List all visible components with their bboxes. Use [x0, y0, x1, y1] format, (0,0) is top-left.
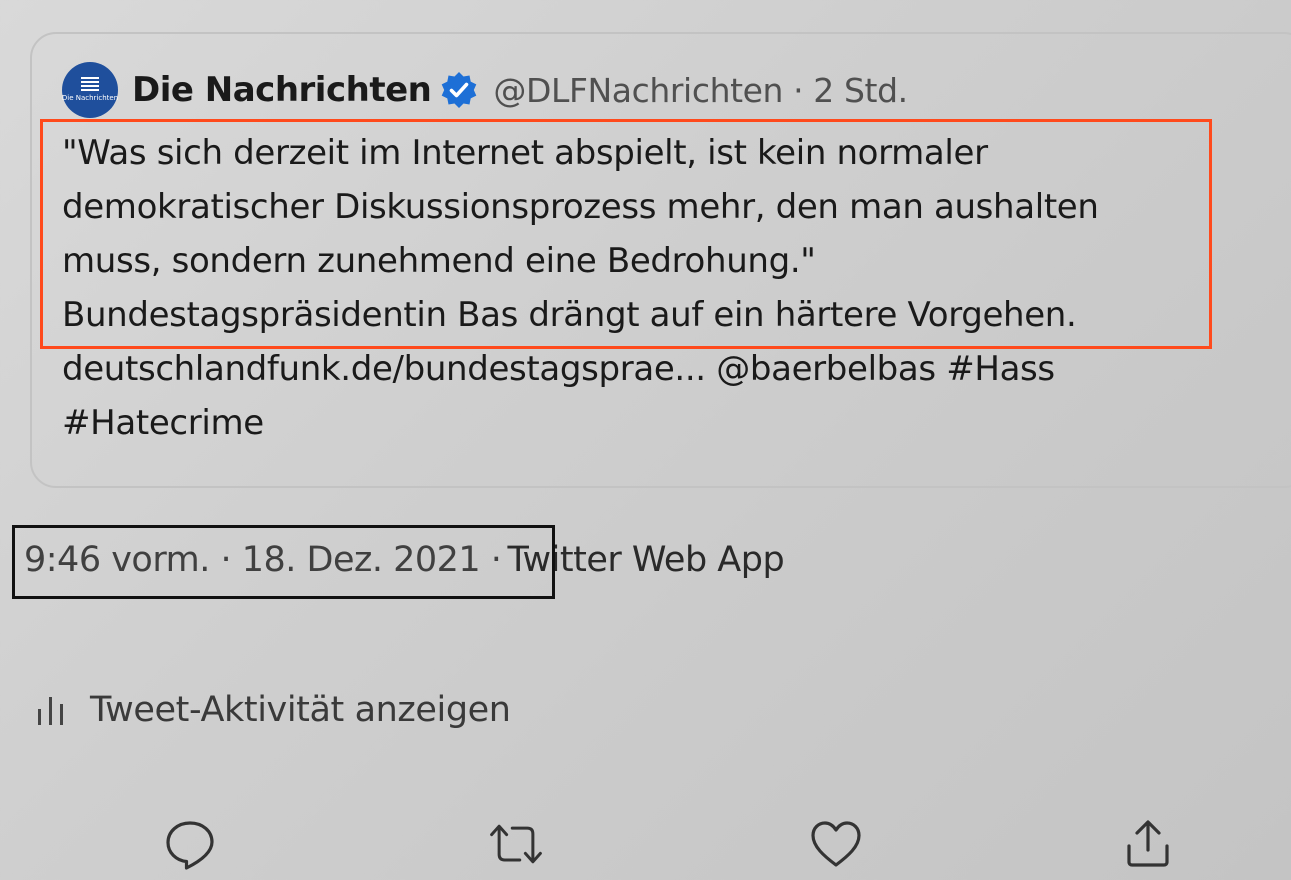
tweet-action-bar [0, 814, 1291, 874]
like-button[interactable] [806, 814, 866, 874]
reply-icon [166, 821, 214, 870]
avatar[interactable]: Die Nachrichten [62, 62, 118, 118]
tweet-text-line: demokratischer Diskussionsprozess mehr, … [62, 187, 1099, 227]
tweet-text-line: Bundestagspräsidentin Bas drängt auf ein… [62, 295, 1077, 335]
tweet-activity-label: Tweet-Aktivität anzeigen [90, 690, 511, 730]
tweet-text-line: "Was sich derzeit im Internet abspielt, … [62, 133, 988, 173]
reply-button[interactable] [160, 814, 220, 874]
bar-chart-icon [38, 697, 63, 725]
tweet-text-line: muss, sondern zunehmend eine Bedrohung." [62, 241, 816, 281]
share-icon [1127, 820, 1169, 867]
tweet-link-and-mentions[interactable]: deutschlandfunk.de/bundestagsprae... @ba… [62, 342, 1282, 396]
verified-badge-icon [442, 72, 477, 108]
like-icon [811, 821, 861, 867]
quoted-tweet-header: Die Nachrichten Die Nachrichten @DLFNach… [62, 60, 908, 120]
author-handle-and-time[interactable]: @DLFNachrichten · 2 Std. [493, 71, 908, 110]
tweet-hashtag[interactable]: #Hatecrime [62, 396, 1282, 450]
quoted-tweet-text: "Was sich derzeit im Internet abspielt, … [62, 126, 1282, 450]
avatar-text: Die Nachrichten [61, 93, 119, 102]
retweet-icon [490, 824, 542, 864]
deutschlandfunk-logo-icon [81, 76, 99, 91]
timestamp-highlight-box [12, 525, 555, 599]
retweet-button[interactable] [486, 814, 546, 874]
author-name[interactable]: Die Nachrichten [132, 70, 432, 110]
tweet-activity-link[interactable]: Tweet-Aktivität anzeigen [36, 682, 511, 738]
share-button[interactable] [1118, 814, 1178, 874]
